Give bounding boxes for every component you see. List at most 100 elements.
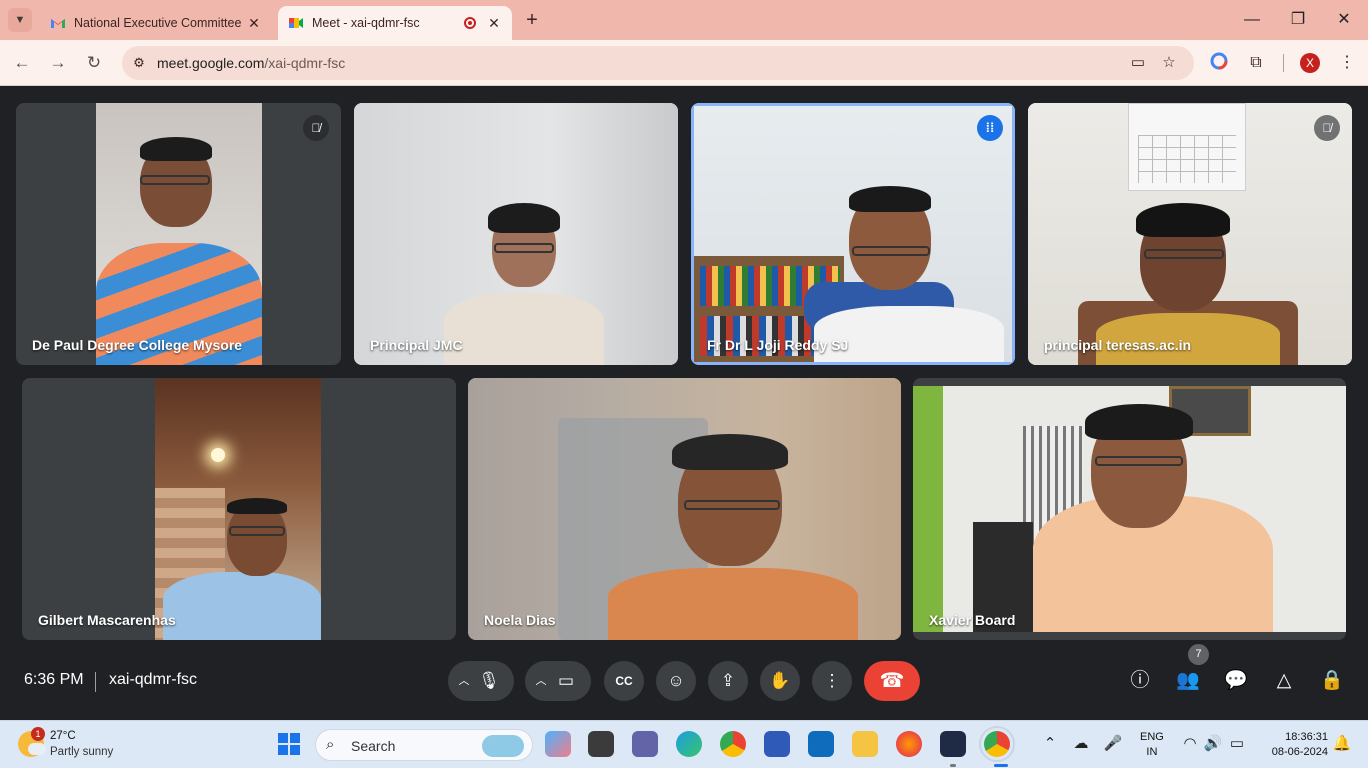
tab-meet[interactable]: Meet - xai-qdmr-fsc ✕ bbox=[278, 6, 512, 40]
microphone-button[interactable]: ︿ 🎙 bbox=[448, 661, 514, 701]
bookmark-star-icon[interactable]: ☆ bbox=[1160, 54, 1178, 72]
close-tab-icon[interactable]: ✕ bbox=[246, 15, 262, 32]
store-icon[interactable] bbox=[764, 731, 790, 757]
chat-icon[interactable]: 💬 bbox=[1222, 667, 1250, 695]
participant-video bbox=[468, 378, 901, 640]
input-language[interactable]: ENG IN bbox=[1140, 730, 1164, 760]
taskbar-search[interactable]: ⌕ Search bbox=[315, 729, 533, 761]
divider bbox=[95, 672, 96, 692]
participant-name: Xavier Board bbox=[929, 612, 1016, 628]
close-window-icon[interactable]: ✕ bbox=[1332, 6, 1356, 34]
participant-tile[interactable]: Principal JMC bbox=[354, 103, 678, 365]
extensions-puzzle-icon[interactable]: ⧉ bbox=[1245, 52, 1267, 74]
whiteboard-app-icon[interactable] bbox=[940, 731, 966, 757]
toolbar-divider bbox=[1283, 54, 1284, 72]
speaking-indicator-icon: ⁞⁞ bbox=[977, 115, 1003, 141]
firefox-icon[interactable] bbox=[896, 731, 922, 757]
search-label: Search bbox=[351, 738, 396, 754]
gmail-icon bbox=[51, 19, 65, 28]
participant-video bbox=[96, 103, 262, 365]
participant-name: Principal JMC bbox=[370, 337, 463, 353]
host-controls-icon[interactable]: 🔒 bbox=[1318, 667, 1346, 695]
profile-avatar[interactable]: X bbox=[1300, 53, 1320, 73]
activities-icon[interactable]: △ bbox=[1270, 667, 1298, 695]
participant-tile[interactable]: Xavier Board bbox=[913, 378, 1346, 640]
weather-temperature: 27°C bbox=[50, 730, 76, 742]
reload-icon[interactable]: ↻ bbox=[82, 51, 106, 75]
participant-video bbox=[913, 386, 1346, 632]
address-bar[interactable]: ⚙ meet.google.com/xai-qdmr-fsc ▭ ☆ bbox=[122, 46, 1194, 80]
meet-icon bbox=[289, 18, 303, 28]
mic-off-icon: 🎙̸ bbox=[303, 115, 329, 141]
captions-button[interactable]: CC bbox=[604, 661, 644, 701]
participant-name: Noela Dias bbox=[484, 612, 556, 628]
reactions-button[interactable]: ☺ bbox=[656, 661, 696, 701]
menu-kebab-icon[interactable]: ⋮ bbox=[1336, 52, 1358, 74]
participant-name: Fr Dr L Joji Reddy SJ bbox=[707, 337, 849, 353]
chevron-up-icon[interactable]: ︿ bbox=[456, 661, 472, 701]
battery-icon[interactable]: ▭ bbox=[1227, 734, 1247, 752]
meet-control-bar: 6:36 PM xai-qdmr-fsc ︿ 🎙 ︿ ▭ CC ☺ ⇪ ✋ ⋮ … bbox=[0, 644, 1368, 720]
microphone-icon: 🎙 bbox=[478, 671, 500, 690]
participant-name: De Paul Degree College Mysore bbox=[32, 337, 243, 353]
participant-name: principal teresas.ac.in bbox=[1044, 337, 1192, 353]
mic-off-icon: 🎙̸ bbox=[1314, 115, 1340, 141]
taskbar: 1 27°C Partly sunny ⌕ Search ⌃ ☁ 🎤 ENG IN… bbox=[0, 720, 1368, 768]
participant-video bbox=[155, 378, 321, 640]
tab-strip: ▼ National Executive Committee ✕ Meet - … bbox=[0, 0, 1368, 40]
back-icon[interactable]: ← bbox=[10, 51, 34, 75]
participant-tile[interactable]: ⁞⁞ Fr Dr L Joji Reddy SJ bbox=[691, 103, 1015, 365]
new-tab-button[interactable]: + bbox=[520, 8, 544, 32]
weather-alert-badge: 1 bbox=[31, 727, 45, 741]
participant-tile[interactable]: Noela Dias bbox=[468, 378, 901, 640]
search-highlight-icon bbox=[482, 735, 524, 757]
task-view-icon[interactable] bbox=[588, 731, 614, 757]
forward-icon[interactable]: → bbox=[46, 51, 70, 75]
search-icon: ⌕ bbox=[326, 736, 335, 753]
onedrive-icon[interactable]: ☁ bbox=[1071, 734, 1091, 752]
camera-button[interactable]: ︿ ▭ bbox=[525, 661, 591, 701]
meeting-time: 6:36 PM bbox=[24, 671, 84, 688]
mail-icon[interactable] bbox=[808, 731, 834, 757]
tab-search-button[interactable]: ▼ bbox=[8, 8, 32, 32]
chrome-icon[interactable] bbox=[720, 731, 746, 757]
file-explorer-icon[interactable] bbox=[852, 731, 878, 757]
raise-hand-button[interactable]: ✋ bbox=[760, 661, 800, 701]
wifi-icon[interactable]: ◠ bbox=[1180, 734, 1200, 752]
close-tab-icon[interactable]: ✕ bbox=[486, 15, 502, 32]
people-icon[interactable]: 👥 bbox=[1174, 667, 1202, 695]
more-options-button[interactable]: ⋮ bbox=[812, 661, 852, 701]
tab-title: Meet - xai-qdmr-fsc bbox=[312, 16, 420, 30]
copilot-icon[interactable] bbox=[545, 731, 571, 757]
site-info-icon[interactable]: ⚙ bbox=[130, 54, 148, 72]
chevron-down-icon: ▼ bbox=[14, 14, 26, 26]
minimize-icon[interactable]: — bbox=[1240, 6, 1264, 34]
participant-tile[interactable]: Gilbert Mascarenhas bbox=[22, 378, 456, 640]
camera-in-use-icon[interactable]: ▭ bbox=[1129, 54, 1147, 72]
tab-gmail[interactable]: National Executive Committee ✕ bbox=[40, 6, 272, 40]
leave-call-button[interactable]: ☎ bbox=[864, 661, 920, 701]
maximize-icon[interactable]: ❐ bbox=[1286, 6, 1310, 34]
meeting-details-icon[interactable]: ⓘ bbox=[1126, 667, 1154, 695]
system-clock[interactable]: 18:36:31 08-06-2024 bbox=[1258, 730, 1328, 760]
browser-toolbar: ← → ↻ ⚙ meet.google.com/xai-qdmr-fsc ▭ ☆… bbox=[0, 40, 1368, 86]
tab-title: National Executive Committee bbox=[74, 16, 242, 30]
teams-icon[interactable] bbox=[632, 731, 658, 757]
active-indicator bbox=[994, 764, 1008, 767]
chevron-up-icon[interactable]: ︿ bbox=[533, 661, 549, 701]
chrome-profile-icon[interactable] bbox=[979, 726, 1015, 762]
chevron-up-icon[interactable]: ⌃ bbox=[1040, 734, 1060, 752]
participant-tile[interactable]: 🎙̸ De Paul Degree College Mysore bbox=[16, 103, 341, 365]
microphone-icon[interactable]: 🎤 bbox=[1103, 734, 1123, 752]
participant-video bbox=[1028, 103, 1352, 365]
notification-bell-icon[interactable]: 🔔 bbox=[1332, 734, 1352, 752]
hang-up-icon: ☎ bbox=[879, 670, 905, 692]
participant-tile[interactable]: 🎙̸ principal teresas.ac.in bbox=[1028, 103, 1352, 365]
present-button[interactable]: ⇪ bbox=[708, 661, 748, 701]
participant-video bbox=[354, 103, 678, 365]
participant-video bbox=[694, 106, 1012, 362]
volume-icon[interactable]: 🔊 bbox=[1203, 734, 1223, 752]
edge-icon[interactable] bbox=[676, 731, 702, 757]
start-button[interactable] bbox=[278, 733, 300, 755]
extension-color-icon[interactable] bbox=[1208, 52, 1230, 74]
